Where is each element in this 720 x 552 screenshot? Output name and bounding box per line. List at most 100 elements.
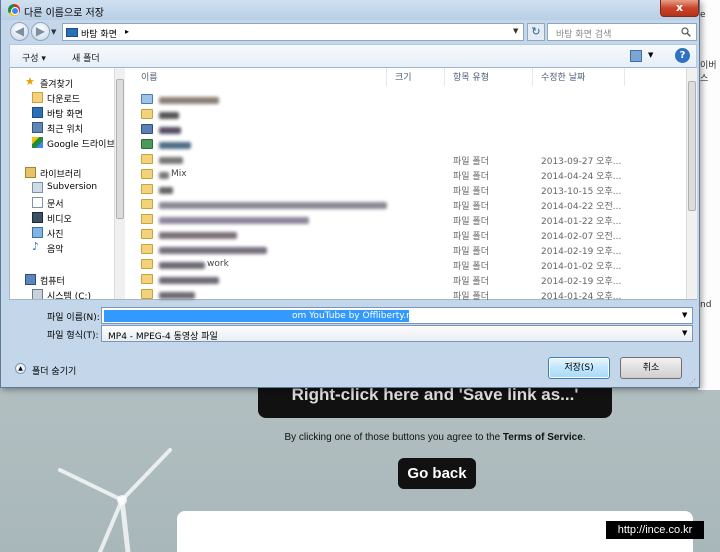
sidebar-item-label: 비디오 bbox=[47, 215, 72, 225]
file-type: 파일 폴더 bbox=[453, 202, 489, 212]
file-row[interactable] bbox=[133, 137, 686, 152]
background-right-text: 이버 스 bbox=[700, 61, 717, 84]
new-folder-button[interactable]: 새 폴더 bbox=[72, 51, 100, 64]
view-dropdown-icon[interactable]: ▼ bbox=[648, 51, 653, 59]
breadcrumb-arrow-icon[interactable]: ▸ bbox=[125, 27, 129, 36]
folder-icon bbox=[141, 214, 153, 224]
navigation-scrollbar-thumb[interactable] bbox=[116, 79, 124, 219]
refresh-button[interactable]: ↻ bbox=[527, 23, 545, 41]
resize-grip-icon[interactable]: ⋰ bbox=[689, 378, 696, 386]
close-button[interactable]: x bbox=[660, 0, 699, 17]
column-divider[interactable] bbox=[532, 68, 533, 86]
file-row[interactable]: 파일 폴더 2013-09-27 오후... bbox=[133, 152, 686, 167]
folder-icon bbox=[141, 184, 153, 194]
column-header-size[interactable]: 크기 bbox=[395, 70, 412, 83]
videos-icon bbox=[32, 212, 43, 223]
folder-icon bbox=[141, 199, 153, 209]
file-row[interactable]: Mix 파일 폴더 2014-04-24 오후... bbox=[133, 167, 686, 182]
file-type: 파일 폴더 bbox=[453, 292, 489, 302]
sidebar-item-label: 최근 위치 bbox=[47, 125, 83, 135]
sidebar-item-label: Subversion bbox=[47, 182, 98, 192]
navigation-bar: ◀ ▶ ▼ 바탕 화면 ▸ ▼ ↻ 바탕 화면 검색 bbox=[1, 20, 699, 44]
folder-icon bbox=[141, 274, 153, 284]
libraries-icon bbox=[25, 167, 36, 178]
file-icon bbox=[141, 139, 153, 149]
file-name-fragment: work bbox=[207, 259, 229, 269]
recent-locations-dropdown-icon[interactable]: ▼ bbox=[51, 28, 56, 36]
search-input[interactable]: 바탕 화면 검색 bbox=[547, 23, 697, 41]
go-back-button[interactable]: Go back bbox=[398, 458, 476, 489]
column-header-type[interactable]: 항목 유형 bbox=[453, 70, 489, 83]
dialog-titlebar[interactable]: 다른 이름으로 저장 x bbox=[1, 0, 699, 20]
command-toolbar: 구성 ▾ 새 폴더 ▼ ? bbox=[9, 44, 697, 68]
breadcrumb-desktop[interactable]: 바탕 화면 bbox=[81, 27, 117, 40]
desktop-icon bbox=[66, 28, 78, 37]
file-row[interactable]: 파일 폴더 2014-01-24 오후... bbox=[133, 287, 686, 302]
address-bar[interactable]: 바탕 화면 ▸ ▼ bbox=[62, 23, 524, 41]
folder-icon bbox=[141, 169, 153, 179]
sidebar-item-label: 시스템 (C:) bbox=[47, 292, 92, 299]
folder-icon bbox=[141, 259, 153, 269]
file-date: 2014-02-19 오후... bbox=[541, 277, 622, 287]
file-row[interactable]: 파일 폴더 2014-04-22 오전... bbox=[133, 197, 686, 212]
file-row[interactable] bbox=[133, 122, 686, 137]
file-row[interactable]: 파일 폴더 2014-02-19 오후... bbox=[133, 242, 686, 257]
file-date: 2014-04-22 오전... bbox=[541, 202, 622, 212]
file-name-redacted bbox=[157, 199, 387, 209]
file-name-redacted bbox=[157, 184, 387, 194]
file-name: Mix bbox=[157, 169, 387, 179]
file-row[interactable]: 파일 폴더 2013-10-15 오후... bbox=[133, 182, 686, 197]
column-header-modified[interactable]: 수정한 날짜 bbox=[541, 70, 585, 83]
star-icon: ★ bbox=[25, 75, 35, 88]
file-row[interactable]: 파일 폴더 2014-02-07 오전... bbox=[133, 227, 686, 242]
back-arrow-icon[interactable]: ◀ bbox=[10, 22, 29, 41]
file-row[interactable] bbox=[133, 107, 686, 122]
file-name-redacted bbox=[157, 139, 387, 149]
pictures-icon bbox=[32, 227, 43, 238]
cancel-button[interactable]: 취소 bbox=[620, 357, 682, 379]
sidebar-item-label: 사진 bbox=[47, 230, 64, 240]
file-icon bbox=[141, 94, 153, 104]
folder-icon bbox=[141, 289, 153, 299]
address-dropdown-icon[interactable]: ▼ bbox=[513, 27, 518, 35]
filetype-row: 파일 형식(T): MP4 - MPEG-4 동영상 파일 ▼ bbox=[9, 325, 697, 343]
forward-arrow-icon[interactable]: ▶ bbox=[31, 22, 50, 41]
sidebar-item-label: 문서 bbox=[47, 200, 64, 210]
file-row[interactable] bbox=[133, 92, 686, 107]
filetype-value: MP4 - MPEG-4 동영상 파일 bbox=[108, 332, 218, 342]
file-list-scrollbar[interactable] bbox=[686, 68, 697, 299]
file-name-redacted bbox=[157, 274, 387, 284]
folder-icon bbox=[141, 109, 153, 119]
file-row[interactable]: 파일 폴더 2014-02-19 오후... bbox=[133, 272, 686, 287]
organize-button[interactable]: 구성 ▾ bbox=[22, 51, 46, 64]
file-icon bbox=[141, 124, 153, 134]
hide-folders-label: 폴더 숨기기 bbox=[32, 367, 77, 377]
file-type: 파일 폴더 bbox=[453, 217, 489, 227]
file-row[interactable]: work 파일 폴더 2014-01-02 오후... bbox=[133, 257, 686, 272]
filetype-dropdown-icon[interactable]: ▼ bbox=[682, 329, 687, 337]
filename-dropdown-icon[interactable]: ▼ bbox=[682, 311, 687, 319]
sidebar-item-label: Google 드라이브 bbox=[47, 140, 115, 150]
help-icon[interactable]: ? bbox=[675, 48, 690, 63]
view-options-icon[interactable] bbox=[630, 50, 642, 62]
sidebar-item-label: 바탕 화면 bbox=[47, 110, 83, 120]
file-list-scrollbar-thumb[interactable] bbox=[688, 81, 696, 211]
filetype-select[interactable]: MP4 - MPEG-4 동영상 파일 ▼ bbox=[101, 325, 693, 342]
column-header-name[interactable]: 이름 bbox=[141, 70, 158, 83]
background-right-text: e bbox=[700, 10, 706, 20]
folder-icon bbox=[141, 229, 153, 239]
file-type: 파일 폴더 bbox=[453, 187, 489, 197]
browser-content: ★ 즐겨찾기 다운로드 바탕 화면 최근 위치 Google 드라이브 라이브러… bbox=[9, 68, 697, 302]
file-row[interactable]: 파일 폴더 2014-01-22 오후... bbox=[133, 212, 686, 227]
documents-icon bbox=[32, 197, 43, 208]
navigation-scrollbar[interactable] bbox=[114, 68, 125, 299]
column-divider[interactable] bbox=[624, 68, 625, 86]
file-date: 2014-01-22 오후... bbox=[541, 217, 622, 227]
sidebar-item-label: 컴퓨터 bbox=[40, 277, 65, 287]
column-divider[interactable] bbox=[386, 68, 387, 86]
file-date: 2014-02-07 오전... bbox=[541, 232, 622, 242]
terms-of-service-link[interactable]: Terms of Service bbox=[503, 432, 583, 443]
save-button[interactable]: 저장(S) bbox=[548, 357, 610, 379]
column-divider[interactable] bbox=[444, 68, 445, 86]
filename-input[interactable]: om YouTube by Offliberty.mp4 ▼ bbox=[101, 307, 693, 324]
